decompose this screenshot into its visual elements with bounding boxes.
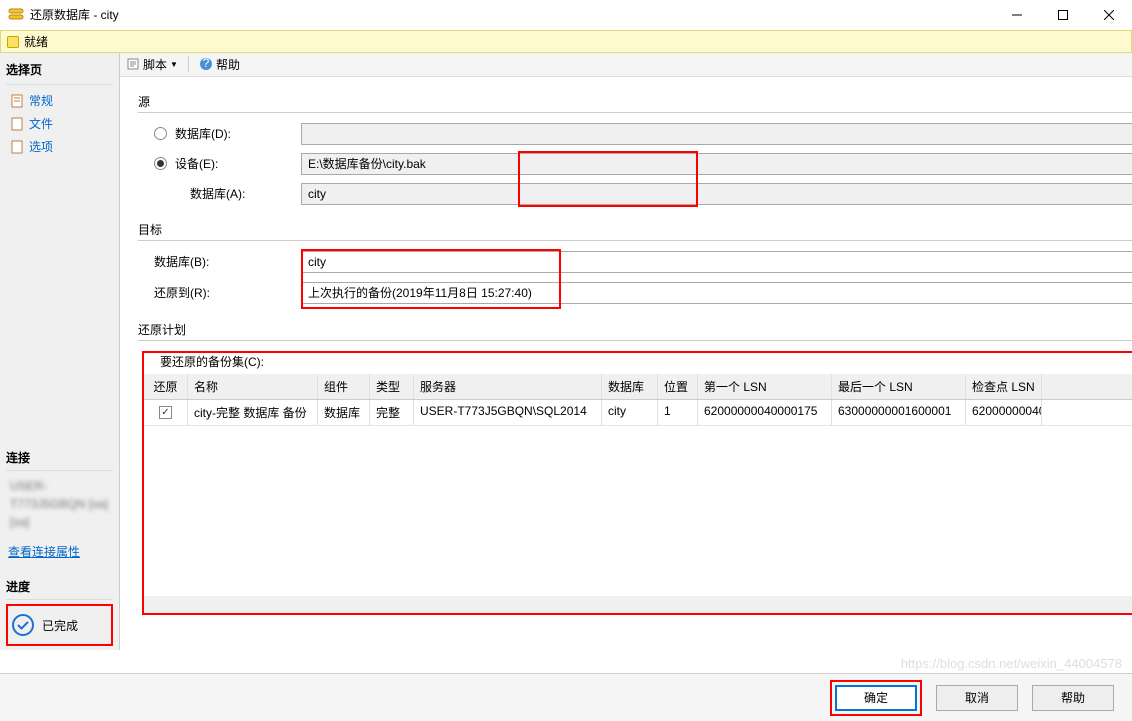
col-type[interactable]: 类型	[370, 374, 414, 399]
source-group-title: 源	[138, 87, 1132, 113]
restore-to-label: 还原到(R):	[154, 284, 301, 301]
cell-name: city-完整 数据库 备份	[188, 400, 318, 425]
cell-checkpoint-lsn: 62000000040	[966, 400, 1042, 425]
col-last-lsn[interactable]: 最后一个 LSN	[832, 374, 966, 399]
source-db-row: 数据库(A): city⌵	[138, 183, 1132, 205]
backup-sets-area: 要还原的备份集(C): 还原 名称 组件 类型 服务器 数据库 位置 第一个 L…	[142, 351, 1132, 615]
dialog-footer: 确定 取消 帮助	[0, 673, 1132, 721]
target-database-row: 数据库(B): city⌵	[138, 251, 1132, 273]
sidebar-item-options[interactable]: 选项	[6, 135, 113, 158]
backup-sets-label: 要还原的备份集(C):	[144, 353, 1132, 370]
source-database-combo: ⌵	[301, 123, 1132, 145]
connection-header: 连接	[6, 445, 113, 471]
status-icon	[7, 36, 19, 48]
grid-body[interactable]	[144, 426, 1132, 596]
sidebar-item-label: 常规	[29, 92, 53, 109]
cell-position: 1	[658, 400, 698, 425]
col-position[interactable]: 位置	[658, 374, 698, 399]
target-database-combo[interactable]: city⌵	[301, 251, 1132, 273]
device-path-field[interactable]: E:\数据库备份\city.bak	[301, 153, 1132, 175]
svg-text:?: ?	[203, 57, 210, 70]
chevron-down-icon: ▼	[170, 60, 178, 69]
col-database[interactable]: 数据库	[602, 374, 658, 399]
progress-text: 已完成	[42, 617, 78, 634]
target-group-title: 目标	[138, 215, 1132, 241]
app-icon	[8, 7, 24, 23]
col-name[interactable]: 名称	[188, 374, 318, 399]
close-button[interactable]	[1086, 0, 1132, 30]
window-title: 还原数据库 - city	[30, 6, 994, 23]
cancel-button[interactable]: 取消	[936, 685, 1018, 711]
toolbar: 脚本 ▼ ? 帮助	[120, 53, 1132, 77]
cell-last-lsn: 63000000001600001	[832, 400, 966, 425]
help-icon: ?	[199, 57, 213, 71]
script-icon	[126, 57, 140, 71]
col-component[interactable]: 组件	[318, 374, 370, 399]
cell-database: city	[602, 400, 658, 425]
col-checkpoint-lsn[interactable]: 检查点 LSN	[966, 374, 1042, 399]
plan-group-title: 还原计划	[138, 315, 1132, 341]
restore-to-field: 上次执行的备份(2019年11月8日 15:27:40)	[301, 282, 1132, 304]
cell-type: 完整	[370, 400, 414, 425]
source-database-row: 数据库(D): ⌵	[138, 123, 1132, 145]
source-device-radio[interactable]	[154, 157, 167, 170]
page-icon	[10, 117, 24, 131]
select-page-header: 选择页	[6, 57, 113, 85]
sidebar-item-label: 文件	[29, 115, 53, 132]
ok-button[interactable]: 确定	[835, 685, 917, 711]
status-strip: 就绪	[0, 30, 1132, 53]
progress-header: 进度	[6, 574, 113, 600]
source-device-row: 设备(E): E:\数据库备份\city.bak ...	[138, 153, 1132, 175]
source-db-combo[interactable]: city⌵	[301, 183, 1132, 205]
ok-highlight: 确定	[830, 680, 922, 716]
grid-header: 还原 名称 组件 类型 服务器 数据库 位置 第一个 LSN 最后一个 LSN …	[144, 374, 1132, 400]
sidebar-item-label: 选项	[29, 138, 53, 155]
status-text: 就绪	[24, 33, 48, 50]
connection-info: USER-T773J5GBQN [sa] [sa]	[6, 471, 113, 537]
window-controls	[994, 0, 1132, 30]
help-button[interactable]: ? 帮助	[199, 56, 240, 73]
main-panel: 脚本 ▼ ? 帮助 源 数据库(D): ⌵ 设备(E):	[120, 53, 1132, 650]
script-button[interactable]: 脚本 ▼	[126, 56, 178, 73]
source-device-label: 设备(E):	[175, 155, 301, 172]
success-check-icon	[12, 614, 34, 636]
restore-to-row: 还原到(R): 上次执行的备份(2019年11月8日 15:27:40) 时间线…	[138, 281, 1132, 305]
target-database-label: 数据库(B):	[154, 253, 301, 270]
watermark: https://blog.csdn.net/weixin_44004578	[901, 656, 1122, 671]
table-row[interactable]: city-完整 数据库 备份 数据库 完整 USER-T773J5GBQN\SQ…	[144, 400, 1132, 426]
view-connection-properties-link[interactable]: 查看连接属性	[6, 537, 113, 566]
cell-first-lsn: 62000000040000175	[698, 400, 832, 425]
title-bar: 还原数据库 - city	[0, 0, 1132, 30]
source-database-radio[interactable]	[154, 127, 167, 140]
col-first-lsn[interactable]: 第一个 LSN	[698, 374, 832, 399]
cell-component: 数据库	[318, 400, 370, 425]
progress-status: 已完成	[6, 604, 113, 646]
sidebar: 选择页 常规 文件 选项 连接 USER-T773J5GBQN [sa] [sa…	[0, 53, 120, 650]
toolbar-separator	[188, 56, 189, 72]
minimize-button[interactable]	[994, 0, 1040, 30]
grid-horizontal-scrollbar[interactable]	[144, 596, 1132, 613]
source-db-label: 数据库(A):	[190, 185, 301, 202]
col-restore[interactable]: 还原	[144, 374, 188, 399]
help-button[interactable]: 帮助	[1032, 685, 1114, 711]
sidebar-item-files[interactable]: 文件	[6, 112, 113, 135]
source-database-label: 数据库(D):	[175, 125, 301, 142]
cell-server: USER-T773J5GBQN\SQL2014	[414, 400, 602, 425]
page-icon	[10, 94, 24, 108]
maximize-button[interactable]	[1040, 0, 1086, 30]
page-icon	[10, 140, 24, 154]
col-server[interactable]: 服务器	[414, 374, 602, 399]
sidebar-item-general[interactable]: 常规	[6, 89, 113, 112]
restore-checkbox[interactable]	[159, 406, 172, 419]
